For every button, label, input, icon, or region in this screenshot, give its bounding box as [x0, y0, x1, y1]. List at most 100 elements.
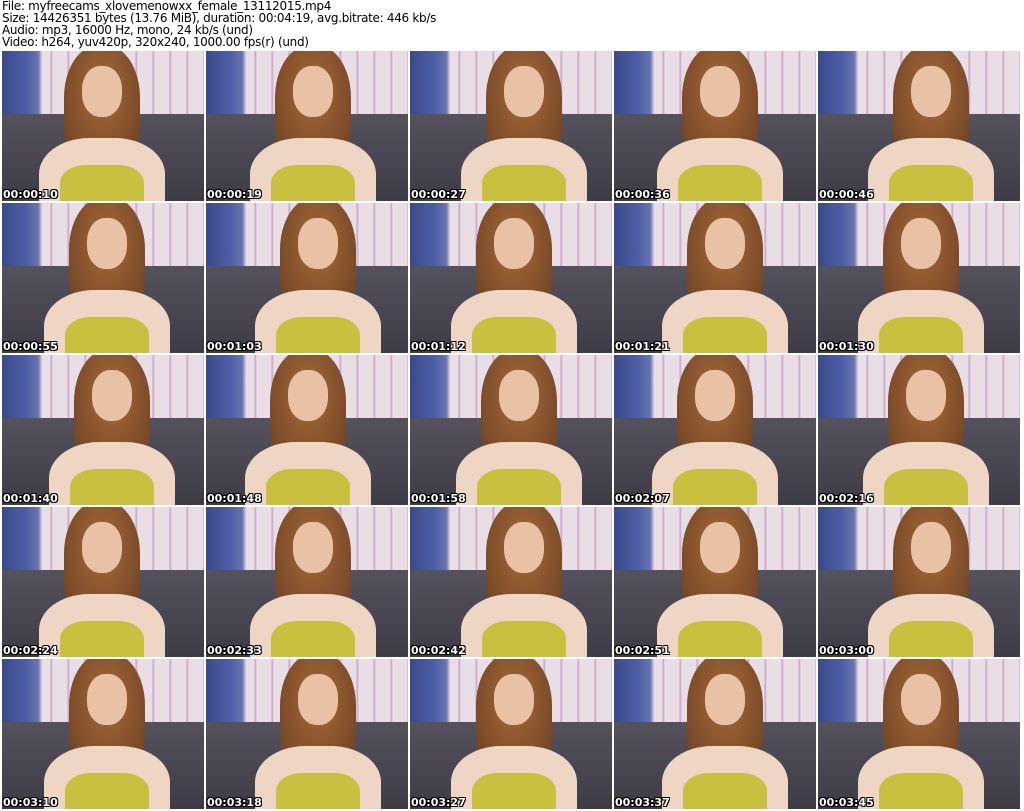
face — [493, 218, 535, 269]
timestamp: 00:00:27 — [411, 188, 466, 201]
top — [888, 165, 974, 201]
face — [503, 522, 545, 573]
timestamp: 00:01:58 — [411, 492, 466, 505]
timestamp: 00:00:10 — [3, 188, 58, 201]
face — [900, 218, 942, 269]
top — [476, 469, 562, 505]
timestamp: 00:00:46 — [819, 188, 874, 201]
top — [878, 773, 964, 809]
timestamp: 00:01:03 — [207, 340, 262, 353]
video-thumbnail: 00:03:27 — [410, 659, 612, 809]
top — [275, 773, 361, 809]
face — [86, 218, 128, 269]
thumbnail-grid: 00:00:10 00:00:19 00:00:27 00:00:36 00:00:46… — [2, 51, 1020, 809]
top — [677, 165, 763, 201]
timestamp: 00:00:19 — [207, 188, 262, 201]
video-thumbnail: 00:01:58 — [410, 355, 612, 505]
video-thumbnail: 00:01:48 — [206, 355, 408, 505]
video-thumbnail: 00:03:37 — [614, 659, 816, 809]
top — [888, 621, 974, 657]
video-thumbnail: 00:01:03 — [206, 203, 408, 353]
timestamp: 00:01:21 — [615, 340, 670, 353]
face — [905, 370, 947, 421]
video-info: Video: h264, yuv420p, 320x240, 1000.00 f… — [2, 35, 309, 49]
timestamp: 00:02:16 — [819, 492, 874, 505]
video-thumbnail: 00:03:18 — [206, 659, 408, 809]
top — [265, 469, 351, 505]
timestamp: 00:03:27 — [411, 796, 466, 809]
top — [672, 469, 758, 505]
timestamp: 00:01:30 — [819, 340, 874, 353]
top — [270, 165, 356, 201]
face — [292, 522, 334, 573]
top — [878, 317, 964, 353]
video-thumbnail: 00:03:45 — [818, 659, 1020, 809]
face — [498, 370, 540, 421]
top — [64, 773, 150, 809]
face — [699, 522, 741, 573]
top — [64, 317, 150, 353]
video-thumbnail: 00:00:46 — [818, 51, 1020, 201]
timestamp: 00:02:51 — [615, 644, 670, 657]
face — [81, 66, 123, 117]
video-thumbnail: 00:02:51 — [614, 507, 816, 657]
timestamp: 00:00:36 — [615, 188, 670, 201]
timestamp: 00:03:10 — [3, 796, 58, 809]
video-thumbnail: 00:01:21 — [614, 203, 816, 353]
video-thumbnail: 00:00:36 — [614, 51, 816, 201]
face — [503, 66, 545, 117]
top — [59, 165, 145, 201]
video-thumbnail: 00:02:07 — [614, 355, 816, 505]
video-thumbnail: 00:00:10 — [2, 51, 204, 201]
video-thumbnail: 00:02:16 — [818, 355, 1020, 505]
face — [297, 674, 339, 725]
face — [704, 674, 746, 725]
video-thumbnail: 00:01:40 — [2, 355, 204, 505]
top — [59, 621, 145, 657]
timestamp: 00:02:42 — [411, 644, 466, 657]
video-thumbnail: 00:00:19 — [206, 51, 408, 201]
video-thumbnail: 00:02:33 — [206, 507, 408, 657]
top — [677, 621, 763, 657]
face — [297, 218, 339, 269]
timestamp: 00:02:24 — [3, 644, 58, 657]
timestamp: 00:03:45 — [819, 796, 874, 809]
timestamp: 00:00:55 — [3, 340, 58, 353]
face — [910, 66, 952, 117]
timestamp: 00:02:07 — [615, 492, 670, 505]
face — [704, 218, 746, 269]
file-info-header: File: myfreecams_xlovemenowxx_female_131… — [2, 0, 436, 48]
video-thumbnail: 00:02:24 — [2, 507, 204, 657]
top — [471, 773, 557, 809]
face — [287, 370, 329, 421]
top — [682, 317, 768, 353]
top — [471, 317, 557, 353]
timestamp: 00:01:12 — [411, 340, 466, 353]
video-thumbnail: 00:03:10 — [2, 659, 204, 809]
face — [900, 674, 942, 725]
face — [81, 522, 123, 573]
timestamp: 00:02:33 — [207, 644, 262, 657]
top — [481, 165, 567, 201]
top — [883, 469, 969, 505]
face — [86, 674, 128, 725]
top — [682, 773, 768, 809]
face — [91, 370, 133, 421]
timestamp: 00:01:48 — [207, 492, 262, 505]
timestamp: 00:03:37 — [615, 796, 670, 809]
timestamp: 00:01:40 — [3, 492, 58, 505]
face — [694, 370, 736, 421]
top — [69, 469, 155, 505]
face — [699, 66, 741, 117]
face — [292, 66, 334, 117]
video-thumbnail: 00:03:00 — [818, 507, 1020, 657]
timestamp: 00:03:18 — [207, 796, 262, 809]
video-thumbnail: 00:00:55 — [2, 203, 204, 353]
video-thumbnail: 00:01:12 — [410, 203, 612, 353]
face — [910, 522, 952, 573]
face — [493, 674, 535, 725]
top — [275, 317, 361, 353]
top — [481, 621, 567, 657]
timestamp: 00:03:00 — [819, 644, 874, 657]
video-thumbnail: 00:02:42 — [410, 507, 612, 657]
